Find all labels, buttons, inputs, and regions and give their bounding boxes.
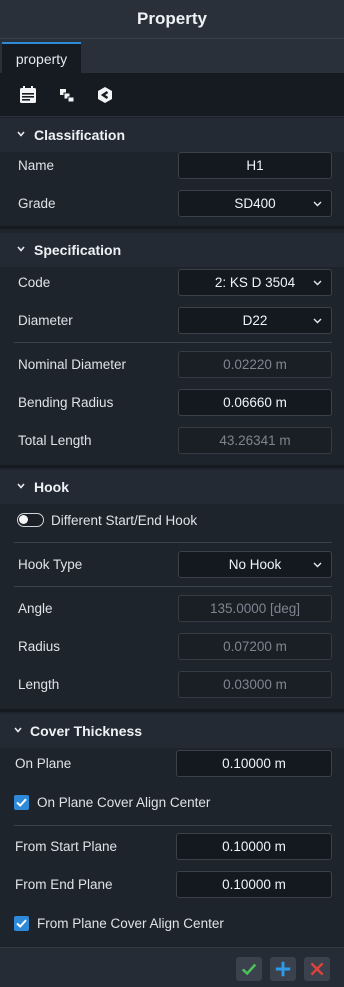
from-start-plane-label: From Start Plane [15, 839, 118, 854]
divider [14, 825, 332, 826]
different-hook-label: Different Start/End Hook [51, 513, 198, 528]
diameter-value: D22 [242, 313, 268, 328]
tab-bar: property [0, 38, 344, 74]
from-end-plane-field[interactable]: 0.10000 m [176, 871, 332, 898]
footer-bar [0, 947, 344, 987]
nominal-diameter-label: Nominal Diameter [18, 357, 127, 372]
add-button[interactable] [270, 957, 296, 981]
section-title: Cover Thickness [30, 723, 143, 739]
hook-header[interactable]: Hook [0, 470, 344, 504]
total-length-field: 43.26341 m [178, 427, 332, 454]
chevron-down-icon [313, 280, 322, 286]
code-label: Code [18, 275, 51, 290]
chevron-down-icon [14, 727, 22, 733]
chevron-down-icon [313, 201, 322, 207]
section-title: Specification [34, 242, 122, 258]
radius-label: Radius [18, 639, 61, 654]
classification-header[interactable]: Classification [0, 118, 344, 152]
from-start-plane-field[interactable]: 0.10000 m [176, 833, 332, 860]
cancel-button[interactable] [304, 957, 330, 981]
refresh-icon[interactable] [95, 85, 115, 105]
nominal-diameter-field: 0.02220 m [178, 351, 332, 378]
angle-field: 135.0000 [deg] [178, 595, 332, 622]
divider [14, 586, 332, 587]
on-plane-field[interactable]: 0.10000 m [176, 750, 332, 777]
bending-radius-label: Bending Radius [18, 395, 114, 410]
hook-type-value: No Hook [228, 557, 282, 572]
confirm-button[interactable] [236, 957, 262, 981]
length-label: Length [18, 677, 60, 692]
name-label: Name [18, 158, 55, 173]
layers-icon[interactable] [57, 85, 77, 105]
chevron-down-icon [17, 246, 25, 252]
cover-header[interactable]: Cover Thickness [0, 714, 344, 748]
properties-icon[interactable] [18, 85, 38, 105]
from-end-plane-label: From End Plane [15, 877, 113, 892]
toggle-knob [19, 515, 28, 524]
panel-title: Property [0, 0, 344, 38]
plus-icon [275, 961, 291, 977]
section-title: Hook [34, 479, 69, 495]
on-plane-label: On Plane [15, 756, 72, 771]
toolbar [0, 73, 344, 117]
grade-label: Grade [18, 196, 56, 211]
hook-type-select[interactable]: No Hook [178, 551, 332, 578]
different-hook-toggle[interactable] [17, 513, 44, 527]
grade-value: SD400 [234, 196, 276, 211]
diameter-select[interactable]: D22 [178, 307, 332, 334]
code-value: 2: KS D 3504 [214, 275, 296, 290]
name-field[interactable]: H1 [178, 152, 332, 179]
specification-header[interactable]: Specification [0, 233, 344, 267]
close-icon [310, 962, 324, 976]
on-plane-center-label: On Plane Cover Align Center [37, 795, 211, 810]
on-plane-center-checkbox[interactable] [14, 795, 29, 810]
divider [14, 542, 332, 543]
total-length-label: Total Length [18, 433, 92, 448]
check-icon [16, 798, 27, 807]
chevron-down-icon [17, 483, 25, 489]
angle-label: Angle [18, 601, 53, 616]
bending-radius-field[interactable]: 0.06660 m [178, 389, 332, 416]
divider [14, 342, 332, 343]
from-plane-center-label: From Plane Cover Align Center [37, 916, 224, 931]
section-title: Classification [34, 127, 126, 143]
chevron-down-icon [313, 562, 322, 568]
radius-field: 0.07200 m [178, 633, 332, 660]
chevron-down-icon [313, 318, 322, 324]
check-icon [16, 919, 27, 928]
length-field: 0.03000 m [178, 671, 332, 698]
tab-property[interactable]: property [2, 42, 81, 74]
check-icon [241, 963, 257, 976]
hook-type-label: Hook Type [18, 557, 83, 572]
grade-select[interactable]: SD400 [178, 190, 332, 217]
chevron-down-icon [17, 131, 25, 137]
code-select[interactable]: 2: KS D 3504 [178, 269, 332, 296]
diameter-label: Diameter [18, 313, 73, 328]
from-plane-center-checkbox[interactable] [14, 916, 29, 931]
